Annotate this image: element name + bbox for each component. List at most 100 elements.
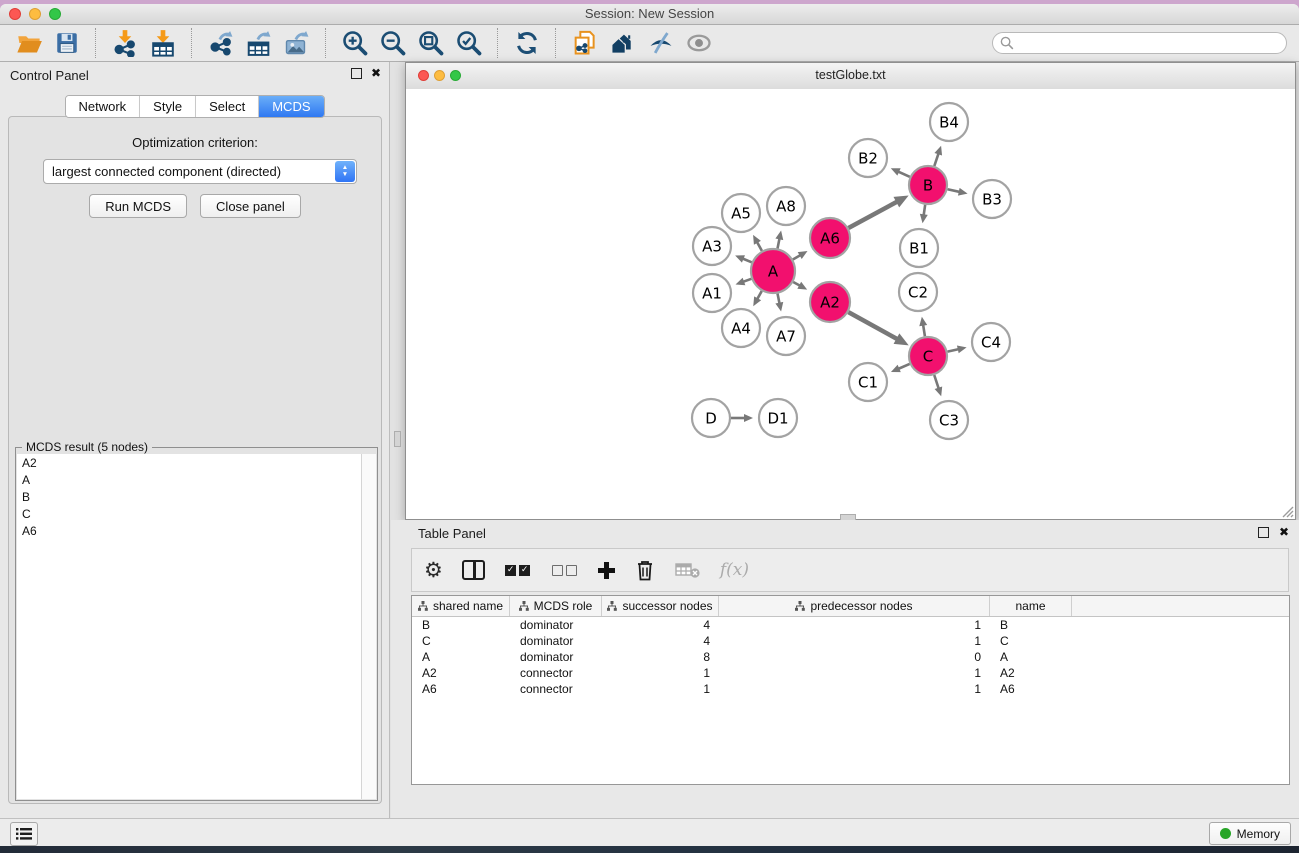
graph-edge-A-A8[interactable]	[778, 238, 780, 248]
cell[interactable]: A	[990, 650, 1072, 664]
graph-edge-A-A3[interactable]	[743, 259, 752, 263]
table-row-a2[interactable]: A2connector11A2	[412, 665, 1289, 681]
graph-edge-A-A4[interactable]	[757, 291, 762, 299]
resize-grip[interactable]	[1279, 503, 1294, 518]
table-settings-icon[interactable]: ⚙	[424, 555, 443, 585]
tab-mcds[interactable]: MCDS	[259, 96, 323, 117]
result-item-c[interactable]: C	[17, 505, 362, 522]
export-image-icon[interactable]	[281, 27, 313, 59]
tab-select[interactable]: Select	[196, 96, 259, 117]
cell[interactable]: 1	[602, 682, 719, 696]
graph-edge-A-A7[interactable]	[778, 294, 780, 304]
delete-column-icon[interactable]	[634, 555, 656, 585]
graph-edge-B-B3[interactable]	[948, 189, 960, 192]
network-canvas[interactable]: AA1A2A3A4A5A6A7A8BB1B2B3B4CC1C2C3C4DD1	[406, 89, 1295, 519]
import-table-icon[interactable]	[147, 27, 179, 59]
select-all-columns-icon[interactable]	[504, 555, 532, 585]
graph-edge-A2-C[interactable]	[848, 312, 897, 339]
result-item-a2[interactable]: A2	[17, 454, 362, 471]
cell[interactable]: connector	[510, 666, 602, 680]
task-history-button[interactable]	[10, 822, 38, 846]
column-header-shared-name[interactable]: shared name	[412, 596, 510, 616]
column-header-name[interactable]: name	[990, 596, 1072, 616]
cell[interactable]: B	[412, 618, 510, 632]
cell[interactable]: B	[990, 618, 1072, 632]
cell[interactable]: 8	[602, 650, 719, 664]
zoom-in-icon[interactable]	[339, 27, 371, 59]
graph-edge-A-A6[interactable]	[793, 255, 801, 259]
show-graphics-details-icon[interactable]	[683, 27, 715, 59]
export-table-icon[interactable]	[243, 27, 275, 59]
tab-style[interactable]: Style	[140, 96, 196, 117]
graph-edge-C-C4[interactable]	[948, 349, 959, 352]
cell[interactable]: A6	[412, 682, 510, 696]
cell[interactable]: 4	[602, 634, 719, 648]
cell[interactable]: 4	[602, 618, 719, 632]
deselect-all-columns-icon[interactable]	[551, 555, 579, 585]
cell[interactable]: 1	[719, 618, 990, 632]
graph-edge-B-B1[interactable]	[924, 205, 926, 216]
zoom-out-icon[interactable]	[377, 27, 409, 59]
column-header-successor-nodes[interactable]: successor nodes	[602, 596, 719, 616]
column-header-MCDS-role[interactable]: MCDS role	[510, 596, 602, 616]
cell[interactable]: 1	[719, 666, 990, 680]
graph-edge-A-A1[interactable]	[743, 279, 751, 282]
table-row-b[interactable]: Bdominator41B	[412, 617, 1289, 633]
save-session-icon[interactable]	[51, 27, 83, 59]
zoom-fit-icon[interactable]	[415, 27, 447, 59]
float-panel-icon[interactable]	[1258, 527, 1269, 538]
home-icon[interactable]	[607, 27, 639, 59]
add-column-icon[interactable]	[598, 555, 615, 585]
graph-edge-A6-B[interactable]	[848, 202, 897, 228]
import-network-icon[interactable]	[109, 27, 141, 59]
close-panel-button[interactable]: Close panel	[200, 194, 301, 218]
graph-edge-C-C2[interactable]	[923, 325, 925, 337]
close-panel-icon[interactable]: ✖	[371, 68, 381, 79]
export-network-icon[interactable]	[205, 27, 237, 59]
graph-edge-C-C3[interactable]	[934, 375, 938, 389]
app-titlebar[interactable]: Session: New Session	[0, 4, 1299, 25]
cell[interactable]: 1	[602, 666, 719, 680]
tab-network[interactable]: Network	[65, 96, 140, 117]
close-panel-icon[interactable]: ✖	[1279, 527, 1289, 538]
cell[interactable]: dominator	[510, 650, 602, 664]
result-scrollbar[interactable]	[361, 454, 376, 799]
graph-edge-C-C1[interactable]	[898, 364, 909, 369]
table-row-a[interactable]: Adominator80A	[412, 649, 1289, 665]
criterion-select[interactable]: largest connected component (directed) ▲…	[43, 159, 357, 184]
column-header-predecessor-nodes[interactable]: predecessor nodes	[719, 596, 990, 616]
open-session-icon[interactable]	[13, 27, 45, 59]
search-input[interactable]	[992, 32, 1287, 54]
zoom-selected-icon[interactable]	[453, 27, 485, 59]
splitter-handle[interactable]	[394, 431, 401, 447]
graph-edge-A-A5[interactable]	[757, 242, 762, 251]
cell[interactable]: A2	[990, 666, 1072, 680]
graph-edge-B-B4[interactable]	[934, 153, 938, 166]
result-item-b[interactable]: B	[17, 488, 362, 505]
table-row-c[interactable]: Cdominator41C	[412, 633, 1289, 649]
cell[interactable]: 1	[719, 634, 990, 648]
cell[interactable]: C	[990, 634, 1072, 648]
graph-edge-A-A2[interactable]	[793, 282, 800, 286]
duplicate-network-icon[interactable]	[569, 27, 601, 59]
split-view-icon[interactable]	[462, 555, 485, 585]
cell[interactable]: dominator	[510, 634, 602, 648]
cell[interactable]: C	[412, 634, 510, 648]
cell[interactable]: A6	[990, 682, 1072, 696]
hide-graphics-details-icon[interactable]	[645, 27, 677, 59]
cell[interactable]: A	[412, 650, 510, 664]
result-item-a6[interactable]: A6	[17, 522, 362, 539]
float-panel-icon[interactable]	[351, 68, 362, 79]
network-window-titlebar[interactable]: testGlobe.txt	[406, 63, 1295, 90]
cell[interactable]: dominator	[510, 618, 602, 632]
cell[interactable]: 0	[719, 650, 990, 664]
graph-edge-B-B2[interactable]	[898, 172, 910, 177]
result-item-a[interactable]: A	[17, 471, 362, 488]
cell[interactable]: connector	[510, 682, 602, 696]
memory-button[interactable]: Memory	[1209, 822, 1291, 845]
run-mcds-button[interactable]: Run MCDS	[89, 194, 187, 218]
table-row-a6[interactable]: A6connector11A6	[412, 681, 1289, 697]
apply-layout-icon[interactable]	[511, 27, 543, 59]
cell[interactable]: 1	[719, 682, 990, 696]
cell[interactable]: A2	[412, 666, 510, 680]
